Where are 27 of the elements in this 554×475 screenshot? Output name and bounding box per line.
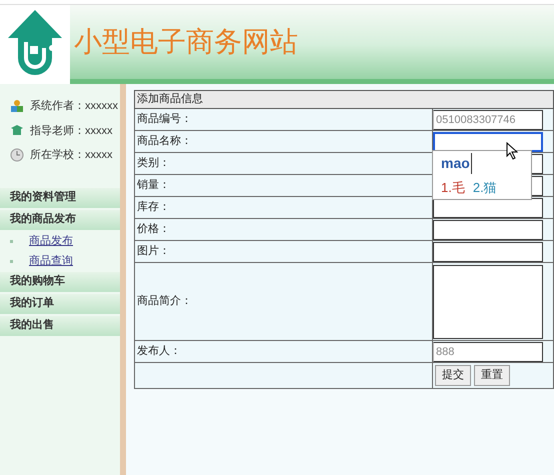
bullet-icon [10,260,13,263]
text-field[interactable] [433,220,543,240]
info-text: 系统作者：xxxxxx [30,98,118,114]
text-field[interactable]: 0510083307746 [433,110,543,130]
description-field[interactable] [433,264,543,338]
menu-item[interactable]: 我的资料管理 [0,188,120,208]
site-title: 小型电子商务网站 [74,24,298,60]
ime-candidate[interactable]: 2.猫 [472,178,497,198]
text-field[interactable]: 888 [433,342,543,362]
text-field[interactable] [433,132,543,152]
form-button[interactable]: 提交 [435,365,471,386]
text-field[interactable] [433,242,543,262]
ime-candidate[interactable]: 1.毛 [441,178,465,198]
menu-item[interactable]: 我的出售 [0,316,120,336]
form-button[interactable]: 重置 [474,365,510,386]
submenu-link[interactable]: 商品发布 [29,233,73,250]
bullet-icon [10,240,13,243]
hat-icon [10,124,24,138]
info-text: 指导老师：xxxxx [30,124,112,138]
menu-item[interactable]: 我的商品发布 [0,210,120,230]
info-text: 所在学校：xxxxx [30,148,112,163]
form-title: 添加商品信息 [134,90,554,108]
submenu-link[interactable]: 商品查询 [29,253,73,270]
menu-item[interactable]: 我的购物车 [0,272,120,292]
clock-icon [10,148,24,162]
menu-item[interactable]: 我的订单 [0,294,120,314]
people-icon [10,99,24,114]
